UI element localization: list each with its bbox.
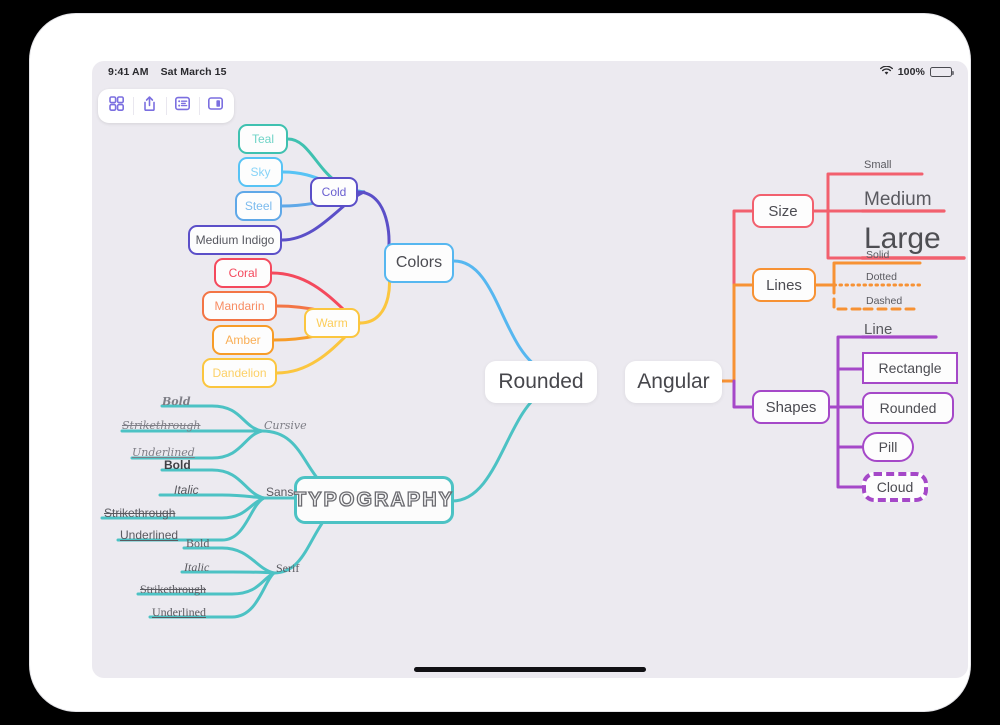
leaf-sans-italic[interactable]: Italic [174, 482, 222, 498]
leaf-cursive-bold[interactable]: Bold [162, 393, 214, 410]
leaf-size-small[interactable]: Small [864, 157, 924, 173]
node-label: Rectangle [878, 360, 942, 376]
node-label: Rounded [498, 370, 584, 393]
node-amber[interactable]: Amber [212, 325, 274, 355]
node-label: Steel [244, 199, 273, 213]
node-label: Dashed [866, 294, 903, 307]
leaf-sans-bold[interactable]: Bold [164, 457, 214, 473]
node-label: Size [768, 202, 798, 220]
node-mandarin[interactable]: Mandarin [202, 291, 277, 321]
leaf-lines-dashed[interactable]: Dashed [866, 293, 922, 308]
node-rounded-hub[interactable]: Rounded [485, 361, 597, 403]
node-label: Warm [316, 316, 348, 330]
node-label: Sky [250, 165, 271, 179]
node-steel[interactable]: Steel [235, 191, 282, 221]
node-label: Coral [228, 266, 258, 280]
node-label: Serif [276, 560, 300, 575]
node-label: Medium [864, 189, 932, 210]
leaf-serif-italic[interactable]: Italic [184, 559, 228, 575]
node-serif[interactable]: Serif [276, 560, 320, 576]
node-size[interactable]: Size [752, 194, 814, 228]
mindmap-canvas[interactable]: Teal Sky Steel Medium Indigo Cold Coral [92, 61, 968, 678]
node-coral[interactable]: Coral [214, 258, 272, 288]
leaf-shape-cloud[interactable]: Cloud [862, 472, 928, 502]
home-indicator[interactable] [414, 667, 646, 672]
leaf-shape-rectangle[interactable]: Rectangle [862, 352, 958, 384]
node-label: Shapes [765, 398, 817, 416]
node-typography[interactable]: TYPOGRAPHY [293, 476, 455, 524]
node-teal[interactable]: Teal [238, 124, 288, 154]
node-cursive[interactable]: Cursive [264, 417, 324, 434]
leaf-cursive-strikethrough[interactable]: Strikethrough [122, 417, 232, 434]
leaf-size-medium[interactable]: Medium [864, 189, 950, 211]
node-dandelion[interactable]: Dandelion [202, 358, 277, 388]
node-label: Pill [878, 439, 898, 455]
node-label: Mandarin [214, 299, 265, 313]
leaf-lines-solid[interactable]: Solid [866, 247, 922, 262]
node-label: Bold [164, 458, 191, 472]
node-label: Rounded [879, 400, 937, 416]
node-label: Italic [174, 483, 199, 497]
node-label: Italic [184, 559, 210, 574]
node-colors[interactable]: Colors [384, 243, 454, 283]
node-label: Underlined [152, 604, 206, 619]
node-label: Underlined [120, 528, 179, 542]
leaf-shape-pill[interactable]: Pill [862, 432, 914, 462]
node-label: Strikethrough [122, 419, 201, 432]
node-medium-indigo[interactable]: Medium Indigo [188, 225, 282, 255]
node-label: Bold [162, 395, 191, 408]
leaf-shape-line[interactable]: Line [864, 319, 934, 339]
node-label: Small [864, 159, 892, 171]
node-label: Colors [395, 254, 443, 271]
node-sky[interactable]: Sky [238, 157, 283, 187]
leaf-sans-strikethrough[interactable]: Strikethrough [104, 505, 222, 521]
node-shapes[interactable]: Shapes [752, 390, 830, 424]
node-label: Medium Indigo [195, 233, 275, 247]
node-cold[interactable]: Cold [310, 177, 358, 207]
node-label: Angular [637, 370, 710, 393]
node-label: Bold [186, 535, 210, 550]
node-label: Line [864, 320, 893, 338]
node-label: Cursive [264, 419, 307, 432]
node-lines[interactable]: Lines [752, 268, 816, 302]
node-label: Cloud [876, 479, 914, 495]
node-label: Cold [321, 185, 347, 199]
leaf-shape-rounded[interactable]: Rounded [862, 392, 954, 424]
node-label: Strikethrough [140, 581, 206, 596]
leaf-serif-bold[interactable]: Bold [186, 535, 230, 551]
node-label: Lines [766, 276, 802, 294]
node-label: Dandelion [212, 366, 267, 380]
ipad-device-frame: 9:41 AM Sat March 15 100% Teal Sky Steel… [30, 14, 970, 711]
leaf-serif-underlined[interactable]: Underlined [152, 604, 238, 620]
ipad-screen: 9:41 AM Sat March 15 100% Teal Sky Steel… [92, 61, 968, 678]
node-label: Teal [251, 132, 274, 146]
node-angular-hub[interactable]: Angular [625, 361, 722, 403]
node-label: Strikethrough [104, 506, 176, 520]
node-label: TYPOGRAPHY [293, 488, 455, 511]
node-warm[interactable]: Warm [304, 308, 360, 338]
node-label: Solid [866, 248, 890, 261]
leaf-lines-dotted[interactable]: Dotted [866, 269, 922, 284]
node-label: Dotted [866, 270, 897, 283]
node-label: Amber [225, 333, 261, 347]
screenshot-root: 9:41 AM Sat March 15 100% Teal Sky Steel… [0, 0, 1000, 725]
leaf-serif-strikethrough[interactable]: Strikethrough [140, 581, 236, 597]
